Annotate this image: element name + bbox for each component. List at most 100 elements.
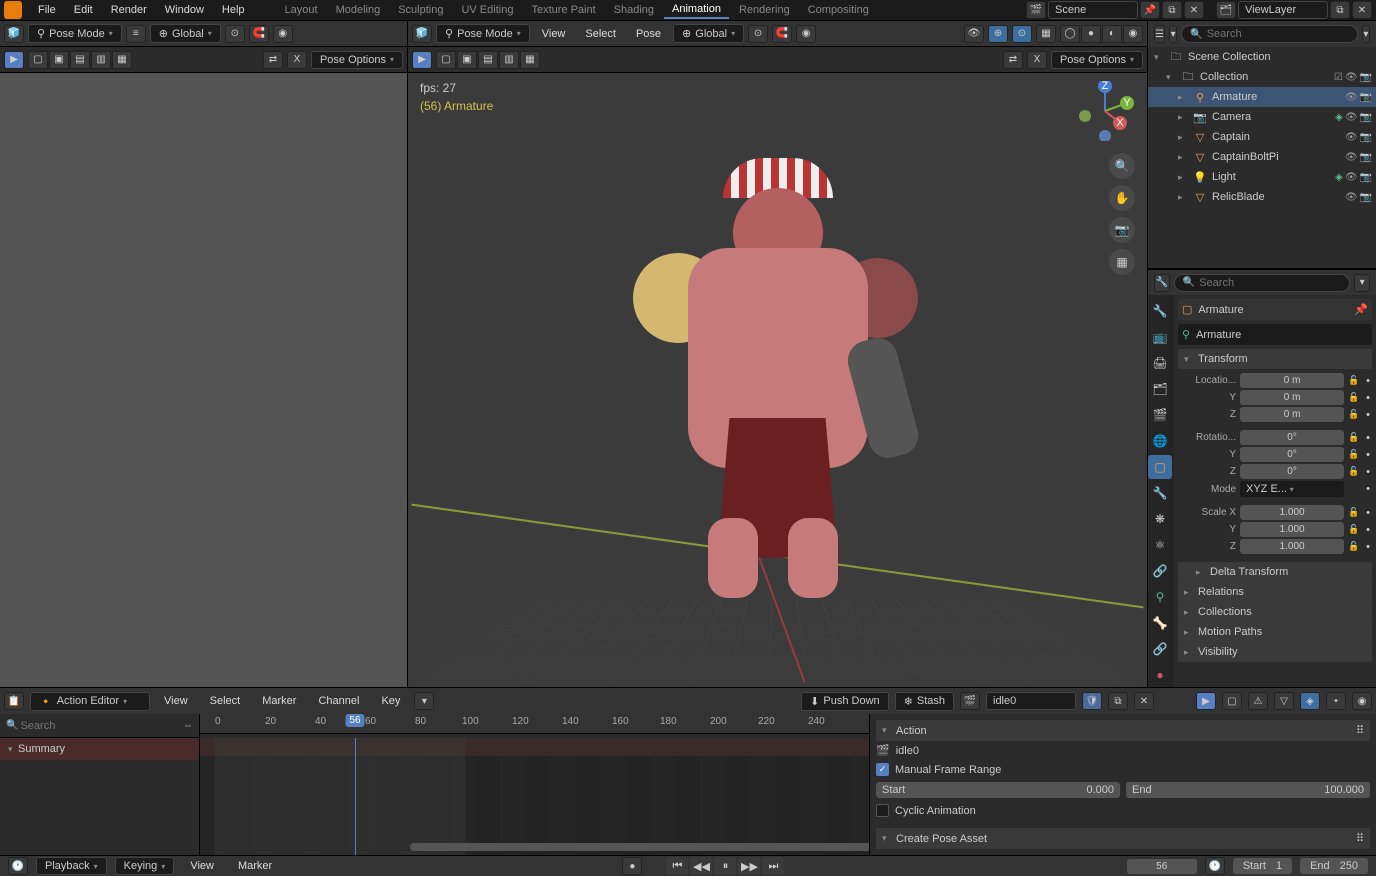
pivot-icon[interactable]: ⊙ <box>225 25 245 43</box>
workspace-modeling[interactable]: Modeling <box>328 2 389 18</box>
preview-range-icon[interactable]: 🕐 <box>1205 857 1225 875</box>
shading-matprev-icon[interactable]: ◐ <box>1102 25 1122 43</box>
timeline-marker-menu[interactable]: Marker <box>230 856 280 876</box>
panel-delta-transform[interactable]: ▸Delta Transform <box>1178 562 1372 582</box>
scale-y-field[interactable]: 1.000 <box>1240 522 1344 537</box>
mirror-x-icon[interactable]: X <box>287 51 307 69</box>
workspace-uv[interactable]: UV Editing <box>453 2 521 18</box>
lock-icon[interactable]: 🔓 <box>1348 432 1362 443</box>
outliner-item-armature[interactable]: ▸⚲Armature 👁📷 <box>1148 87 1376 107</box>
manual-frame-range-checkbox[interactable]: ✓ <box>876 763 889 776</box>
rotation-x-field[interactable]: 0° <box>1240 430 1344 445</box>
ae-filter-icon[interactable]: ▾ <box>414 692 434 710</box>
dopesheet-type-icon[interactable]: 📋 <box>4 692 24 710</box>
rotation-y-field[interactable]: 0° <box>1240 447 1344 462</box>
location-y-field[interactable]: 0 m <box>1240 390 1344 405</box>
jump-start-icon[interactable]: ⏮ <box>666 857 688 875</box>
pose-options-dropdown[interactable]: Pose Options▾ <box>1051 51 1143 69</box>
app-logo-icon[interactable] <box>4 1 22 19</box>
ae-funnel-icon[interactable]: ▽ <box>1274 692 1294 710</box>
lock-icon[interactable]: 🔓 <box>1348 524 1362 535</box>
cyclic-animation-checkbox[interactable] <box>876 804 889 817</box>
fake-user-icon[interactable]: 🛡 <box>1082 692 1102 710</box>
properties-options-icon[interactable]: ▾ <box>1354 274 1370 292</box>
dopesheet-mode-dropdown[interactable]: 🔸Action Editor▾ <box>30 692 150 711</box>
tab-object-icon[interactable]: ▢ <box>1148 455 1172 479</box>
tab-constraint-icon[interactable]: 🔗 <box>1148 559 1172 583</box>
orientation-dropdown[interactable]: ⊕Global▾ <box>150 24 221 43</box>
ae-prop-icon[interactable]: ◉ <box>1352 692 1372 710</box>
tab-render-icon[interactable]: 📺 <box>1148 325 1172 349</box>
ae-error-icon[interactable]: ⚠ <box>1248 692 1268 710</box>
menu-render[interactable]: Render <box>103 0 155 20</box>
tab-scene-icon[interactable]: 🎬 <box>1148 403 1172 427</box>
prev-keyframe-icon[interactable]: ◀◀ <box>690 857 712 875</box>
shading-solid-icon[interactable]: ● <box>1081 25 1101 43</box>
camera-view-icon[interactable]: 📷 <box>1109 217 1135 243</box>
outliner-search[interactable]: 🔍 <box>1181 25 1357 43</box>
tab-viewlayer-icon[interactable]: 🗂 <box>1148 377 1172 401</box>
orientation-dropdown[interactable]: ⊕Global▾ <box>673 24 744 43</box>
tab-bone-constraint-icon[interactable]: 🔗 <box>1148 637 1172 661</box>
keying-menu[interactable]: Keying▾ <box>115 857 175 875</box>
panel-collections[interactable]: ▸Collections <box>1178 602 1372 622</box>
scene-new-icon[interactable]: ⧉ <box>1162 1 1182 19</box>
timeline-view-menu[interactable]: View <box>182 856 222 876</box>
select-int-icon[interactable]: ▦ <box>520 51 540 69</box>
ae-auto-snap-icon[interactable]: • <box>1326 692 1346 710</box>
perspective-icon[interactable]: ▦ <box>1109 249 1135 275</box>
mirror-x-icon[interactable]: X <box>1027 51 1047 69</box>
select-inv-icon[interactable]: ▥ <box>499 51 519 69</box>
tab-material-icon[interactable]: ● <box>1148 663 1172 687</box>
action-name-field[interactable]: idle0 <box>986 692 1076 710</box>
outliner-item-relicblade[interactable]: ▸▽RelicBlade 👁📷 <box>1148 187 1376 207</box>
zoom-icon[interactable]: 🔍 <box>1109 153 1135 179</box>
tab-world-icon[interactable]: 🌐 <box>1148 429 1172 453</box>
end-frame-field[interactable]: End250 <box>1300 858 1368 874</box>
view-menu[interactable]: View <box>534 24 574 44</box>
left-viewport[interactable] <box>0 73 407 687</box>
overlay-toggle-icon[interactable]: ⊙ <box>1012 25 1032 43</box>
mirror-icon[interactable]: ⇄ <box>1003 51 1023 69</box>
cursor-tool-icon[interactable]: ▶ <box>412 51 432 69</box>
action-browse-icon[interactable]: 🎬 <box>960 692 980 710</box>
workspace-rendering[interactable]: Rendering <box>731 2 798 18</box>
outliner-filter-icon[interactable]: ▾ <box>1362 25 1370 43</box>
select-menu[interactable]: Select <box>577 24 624 44</box>
select-int-icon[interactable]: ▦ <box>112 51 132 69</box>
lock-icon[interactable]: 🔓 <box>1348 466 1362 477</box>
viewlayer-delete-icon[interactable]: ✕ <box>1352 1 1372 19</box>
next-keyframe-icon[interactable]: ▶▶ <box>738 857 760 875</box>
menu-toggle-icon[interactable]: ≡ <box>126 25 146 43</box>
nav-gizmo[interactable]: Z Y X <box>1075 81 1135 141</box>
action-new-icon[interactable]: ⧉ <box>1108 692 1128 710</box>
workspace-animation[interactable]: Animation <box>664 1 729 19</box>
tab-bone-icon[interactable]: 🦴 <box>1148 611 1172 635</box>
pose-menu[interactable]: Pose <box>628 24 669 44</box>
channel-search[interactable]: 🔍⇔ <box>0 714 199 738</box>
mode-dropdown[interactable]: ⚲Pose Mode▾ <box>28 24 122 43</box>
timeline-ruler[interactable]: 0 20 40 60 80 100 120 140 160 180 200 22… <box>200 714 869 734</box>
select-sub-icon[interactable]: ▤ <box>478 51 498 69</box>
push-down-button[interactable]: ⬇Push Down <box>801 692 888 711</box>
rotation-z-field[interactable]: 0° <box>1240 464 1344 479</box>
lock-icon[interactable]: 🔓 <box>1348 507 1362 518</box>
menu-window[interactable]: Window <box>157 0 212 20</box>
scene-pin-icon[interactable]: 📌 <box>1140 1 1160 19</box>
timeline-type-icon[interactable]: 🕐 <box>8 857 28 875</box>
datablock-field[interactable]: ⚲Armature <box>1178 324 1372 345</box>
auto-key-icon[interactable]: ● <box>622 857 642 875</box>
snap-icon[interactable]: 🧲 <box>772 25 792 43</box>
editor-type-icon[interactable]: 🧊 <box>4 25 24 43</box>
select-extend-icon[interactable]: ▣ <box>49 51 69 69</box>
snap-icon[interactable]: 🧲 <box>249 25 269 43</box>
menu-edit[interactable]: Edit <box>66 0 101 20</box>
pivot-icon[interactable]: ⊙ <box>748 25 768 43</box>
menu-help[interactable]: Help <box>214 0 253 20</box>
scene-name-field[interactable]: Scene <box>1048 1 1138 19</box>
panel-motion-paths[interactable]: ▸Motion Paths <box>1178 622 1372 642</box>
tab-particle-icon[interactable]: ❋ <box>1148 507 1172 531</box>
tab-physics-icon[interactable]: ⚛ <box>1148 533 1172 557</box>
lock-icon[interactable]: 🔓 <box>1348 449 1362 460</box>
proportional-icon[interactable]: ◉ <box>273 25 293 43</box>
